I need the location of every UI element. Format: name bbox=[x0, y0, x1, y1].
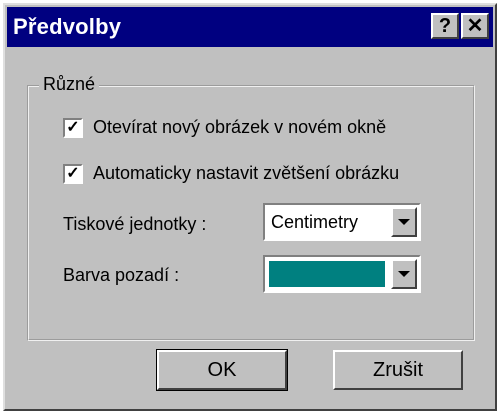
close-icon: ✕ bbox=[466, 15, 484, 37]
auto-zoom-checkbox[interactable]: ✓ bbox=[63, 163, 83, 184]
group-legend: Různé bbox=[39, 74, 100, 95]
help-button[interactable]: ? bbox=[431, 13, 459, 39]
auto-zoom-option[interactable]: ✓ Automaticky nastavit zvětšení obrázku bbox=[63, 163, 399, 184]
auto-zoom-label: Automaticky nastavit zvětšení obrázku bbox=[93, 163, 400, 183]
ok-button[interactable]: OK bbox=[156, 349, 288, 391]
title-bar[interactable]: Předvolby ? ✕ bbox=[7, 7, 493, 47]
close-button[interactable]: ✕ bbox=[461, 13, 489, 39]
chevron-down-icon bbox=[398, 271, 410, 277]
print-units-value: Centimetry bbox=[271, 212, 359, 232]
preferences-dialog: Předvolby ? ✕ Různé ✓ Otevírat nový obrá… bbox=[3, 3, 497, 411]
color-swatch bbox=[269, 261, 385, 287]
open-new-window-option[interactable]: ✓ Otevírat nový obrázek v novém okně bbox=[63, 117, 386, 138]
print-units-dropdown-button[interactable] bbox=[391, 207, 417, 237]
chevron-down-icon bbox=[398, 219, 410, 225]
background-color-dropdown-button[interactable] bbox=[391, 259, 417, 289]
background-color-select[interactable] bbox=[263, 255, 421, 293]
cancel-button[interactable]: Zrušit bbox=[333, 350, 463, 390]
open-new-window-label: Otevírat nový obrázek v novém okně bbox=[93, 117, 387, 137]
misc-group: Různé ✓ Otevírat nový obrázek v novém ok… bbox=[27, 74, 475, 341]
window-title: Předvolby bbox=[13, 14, 122, 39]
open-new-window-checkbox[interactable]: ✓ bbox=[63, 117, 83, 138]
background-color-label: Barva pozadí : bbox=[63, 265, 180, 285]
print-units-select[interactable]: Centimetry bbox=[263, 203, 421, 241]
print-units-label: Tiskové jednotky : bbox=[63, 214, 207, 234]
